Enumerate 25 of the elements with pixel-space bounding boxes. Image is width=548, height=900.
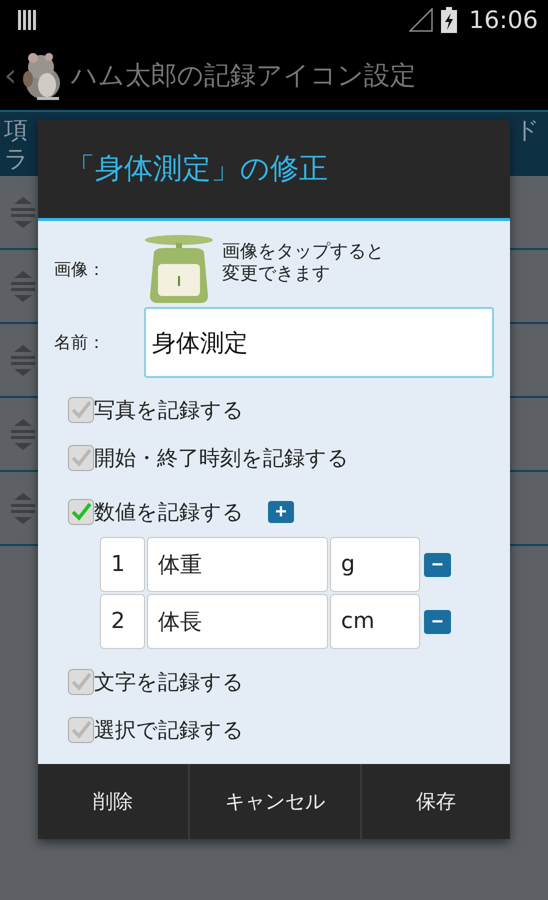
option-label: 文字を記録する [94,669,244,696]
option-label: 数値を記録する [94,499,244,526]
name-field[interactable]: 身体測定 [144,307,494,378]
image-hint: 変更できます [222,263,330,285]
image-hint: 画像をタップすると [222,241,384,263]
number-field[interactable]: 2 [100,594,145,649]
value-name-field[interactable]: 体重 [147,537,328,592]
dialog-title: 「身体測定」の修正 [66,150,328,187]
screen-title: ハム太郎の記録アイコン設定 [70,60,416,92]
image-label: 画像： [54,258,106,280]
add-button[interactable]: + [268,501,294,523]
unit-field[interactable]: g [330,537,420,592]
option-label: 写真を記録する [94,397,244,424]
name-label: 名前： [54,332,106,354]
value-name-field[interactable]: 体長 [147,594,328,649]
remove-button[interactable]: − [424,552,451,576]
hint-text: ド [515,116,540,145]
number-field[interactable]: 1 [100,537,145,592]
hint-text: 項 [4,116,28,145]
unit-field[interactable]: cm [330,594,420,649]
option-label: 開始・終了時刻を記録する [94,445,349,472]
hint-text: ラ [4,145,29,174]
option-label: 選択で記録する [94,717,244,744]
remove-button[interactable]: − [424,610,451,634]
clock-time: 16:06 [468,6,538,34]
